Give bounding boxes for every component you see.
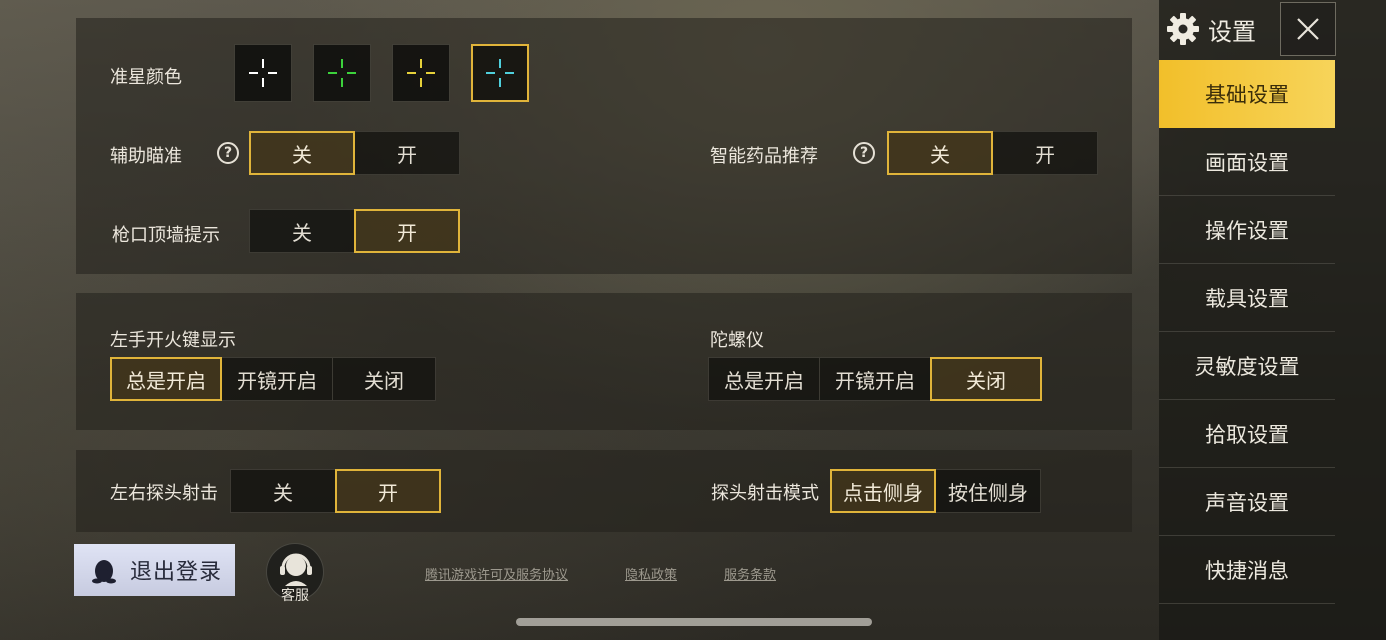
gyroscope-scope[interactable]: 开镜开启 xyxy=(819,357,931,401)
close-button[interactable] xyxy=(1280,2,1336,56)
sidebar-item-pickup[interactable]: 拾取设置 xyxy=(1159,400,1335,468)
sidebar-item-quick-message[interactable]: 快捷消息 xyxy=(1159,536,1335,604)
sidebar-item-controls[interactable]: 操作设置 xyxy=(1159,196,1335,264)
gyroscope-label: 陀螺仪 xyxy=(710,330,764,351)
left-fire-selector: 总是开启 开镜开启 关闭 xyxy=(110,357,436,401)
muzzle-wall-on[interactable]: 开 xyxy=(354,209,460,253)
sidebar-item-basic[interactable]: 基础设置 xyxy=(1159,60,1335,128)
crosshair-color-label: 准星颜色 xyxy=(110,67,182,88)
qq-penguin-icon xyxy=(92,560,116,584)
crosshair-icon xyxy=(328,59,356,87)
sidebar-item-audio[interactable]: 声音设置 xyxy=(1159,468,1335,536)
peek-fire-on[interactable]: 开 xyxy=(335,469,441,513)
smart-meds-toggle: 关 开 xyxy=(887,131,1098,175)
peek-mode-selector: 点击侧身 按住侧身 xyxy=(830,469,1041,513)
panel-basic-bottom: 左右探头射击 关 开 探头射击模式 点击侧身 按住侧身 xyxy=(76,450,1132,532)
muzzle-wall-off[interactable]: 关 xyxy=(249,209,355,253)
aim-assist-on[interactable]: 开 xyxy=(354,131,460,175)
home-indicator[interactable] xyxy=(516,618,872,626)
close-icon xyxy=(1297,18,1319,40)
aim-assist-off[interactable]: 关 xyxy=(249,131,355,175)
crosshair-swatch-cyan[interactable] xyxy=(471,44,529,102)
privacy-policy-link[interactable]: 隐私政策 xyxy=(625,564,677,583)
logout-label: 退出登录 xyxy=(130,560,223,585)
help-icon[interactable]: ? xyxy=(217,142,239,164)
settings-header: 设置 xyxy=(1166,6,1276,52)
peek-fire-off[interactable]: 关 xyxy=(230,469,336,513)
license-agreement-link[interactable]: 腾讯游戏许可及服务协议 xyxy=(425,564,568,583)
terms-of-service-link[interactable]: 服务条款 xyxy=(724,564,776,583)
gear-icon xyxy=(1167,13,1199,45)
gyroscope-selector: 总是开启 开镜开启 关闭 xyxy=(708,357,1042,401)
help-icon[interactable]: ? xyxy=(853,142,875,164)
aim-assist-toggle: 关 开 xyxy=(249,131,460,175)
gyroscope-always[interactable]: 总是开启 xyxy=(708,357,820,401)
left-fire-always[interactable]: 总是开启 xyxy=(110,357,222,401)
left-fire-label: 左手开火键显示 xyxy=(110,330,236,351)
crosshair-icon xyxy=(486,59,514,87)
customer-service-label: 客服 xyxy=(281,588,309,604)
logout-button[interactable]: 退出登录 xyxy=(74,544,235,596)
left-fire-off[interactable]: 关闭 xyxy=(332,357,436,401)
peek-mode-label: 探头射击模式 xyxy=(711,483,819,504)
left-fire-scope[interactable]: 开镜开启 xyxy=(221,357,333,401)
settings-title: 设置 xyxy=(1208,17,1256,46)
peek-mode-hold[interactable]: 按住侧身 xyxy=(935,469,1041,513)
sidebar-item-sensitivity[interactable]: 灵敏度设置 xyxy=(1159,332,1335,400)
muzzle-wall-label: 枪口顶墙提示 xyxy=(112,225,220,246)
smart-meds-off[interactable]: 关 xyxy=(887,131,993,175)
crosshair-icon xyxy=(249,59,277,87)
smart-meds-on[interactable]: 开 xyxy=(992,131,1098,175)
panel-basic-middle: 左手开火键显示 总是开启 开镜开启 关闭 陀螺仪 总是开启 开镜开启 关闭 xyxy=(76,293,1132,430)
crosshair-icon xyxy=(407,59,435,87)
crosshair-swatch-yellow[interactable] xyxy=(392,44,450,102)
sidebar-item-vehicle[interactable]: 载具设置 xyxy=(1159,264,1335,332)
crosshair-swatch-green[interactable] xyxy=(313,44,371,102)
crosshair-swatch-white[interactable] xyxy=(234,44,292,102)
sidebar-item-display[interactable]: 画面设置 xyxy=(1159,128,1335,196)
peek-fire-toggle: 关 开 xyxy=(230,469,441,513)
gyroscope-off[interactable]: 关闭 xyxy=(930,357,1042,401)
customer-service-button[interactable]: 客服 xyxy=(262,543,328,607)
peek-fire-label: 左右探头射击 xyxy=(110,483,218,504)
smart-meds-label: 智能药品推荐 xyxy=(710,146,818,167)
aim-assist-label: 辅助瞄准 xyxy=(110,146,182,167)
panel-basic-top: 准星颜色 辅助瞄准 ? 关 开 智能药品推荐 ? 关 开 枪口顶墙提示 关 开 xyxy=(76,18,1132,274)
peek-mode-tap[interactable]: 点击侧身 xyxy=(830,469,936,513)
muzzle-wall-toggle: 关 开 xyxy=(249,209,460,253)
